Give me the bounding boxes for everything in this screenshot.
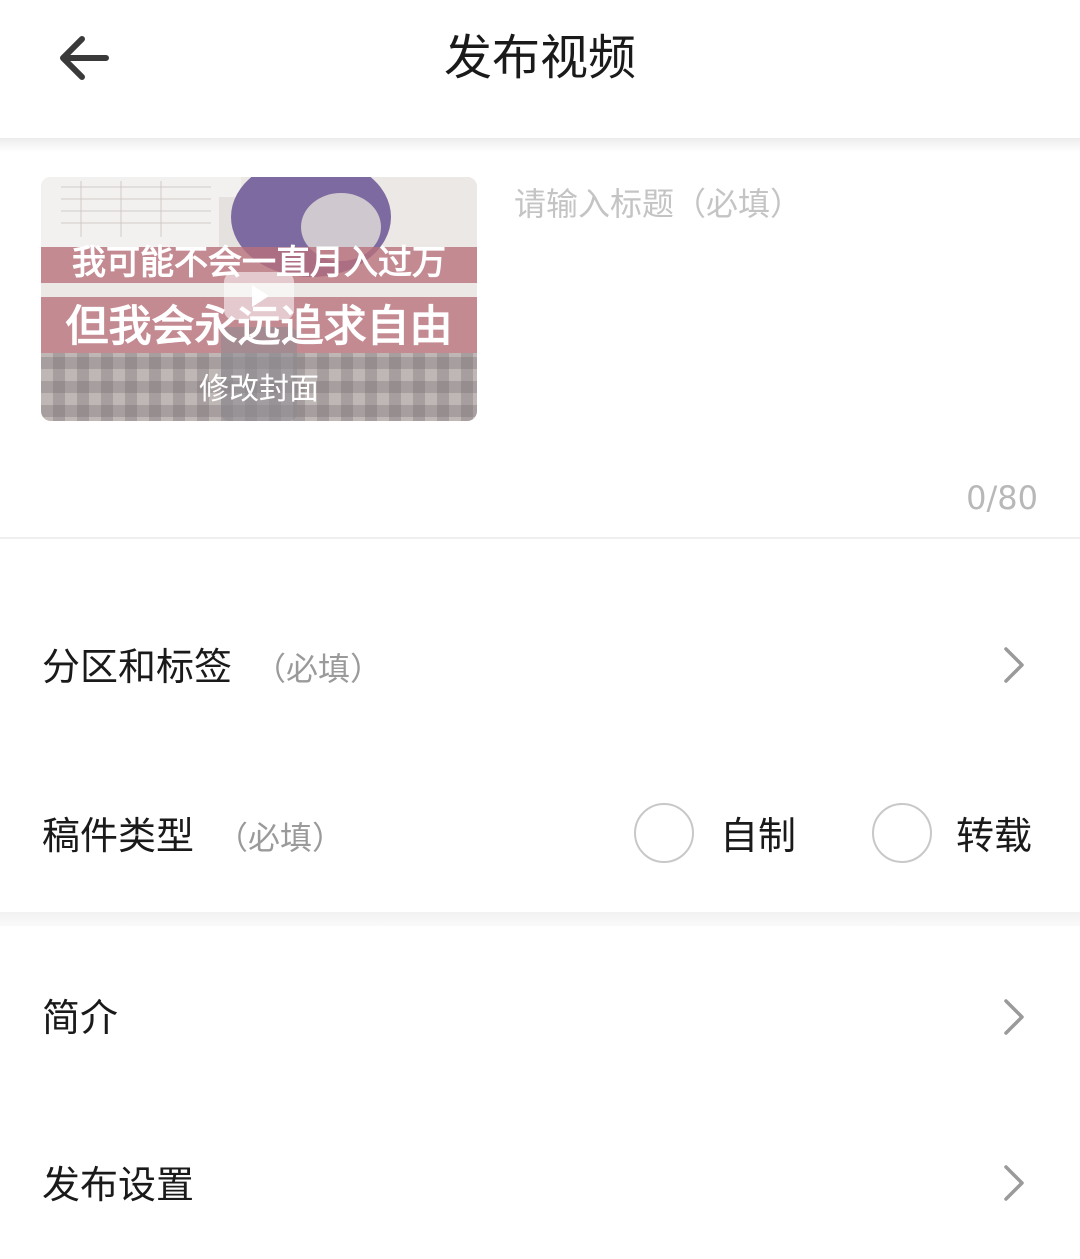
title-input[interactable] [514,180,1034,228]
video-cover[interactable]: 我可能不会一直月入过万 但我会永远追求自由 修改封面 [41,177,477,421]
edit-cover-label[interactable]: 修改封面 [41,370,477,410]
submission-type-title: 稿件类型 [42,814,195,858]
chevron-right-icon [1004,999,1024,1035]
chevron-right-icon [1004,647,1024,683]
submission-type-row: 稿件类型 （必填） 自制 转载 [0,775,1080,895]
play-icon [252,285,269,307]
category-tags-title: 分区和标签 [42,645,233,689]
radio-original-label[interactable]: 自制 [720,811,796,861]
divider [0,537,1080,539]
intro-row[interactable]: 简介 [0,958,1080,1078]
title-char-counter: 0/80 [966,479,1038,517]
top-bar: 发布视频 [0,0,1080,140]
radio-repost[interactable] [872,803,932,863]
required-hint: （必填） [216,819,345,857]
publish-settings-label: 发布设置 [42,1163,195,1207]
header-shadow [0,138,1080,152]
play-button[interactable] [224,272,294,320]
intro-label: 简介 [42,996,119,1040]
radio-repost-label[interactable]: 转载 [956,811,1032,861]
page-title: 发布视频 [443,30,636,86]
category-tags-label: 分区和标签 （必填） [42,642,382,694]
radio-original[interactable] [634,803,694,863]
section-divider [0,912,1080,926]
category-tags-row[interactable]: 分区和标签 （必填） [0,605,1080,725]
publish-settings-row[interactable]: 发布设置 [0,1125,1080,1245]
submission-type-label: 稿件类型 （必填） [42,811,344,863]
chevron-right-icon [1004,1165,1024,1201]
required-hint: （必填） [254,650,383,688]
